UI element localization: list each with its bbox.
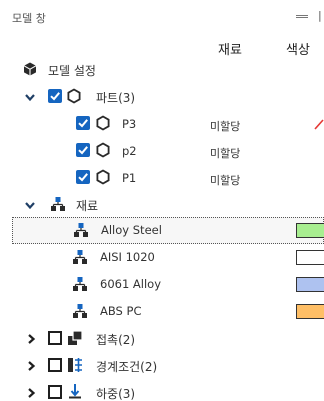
red-annotation-mark [314, 119, 324, 130]
hexagon-part-icon [95, 169, 111, 185]
load-icon [67, 383, 83, 399]
chevron-down-icon[interactable] [24, 199, 36, 211]
model-cube-icon [22, 61, 38, 77]
material-name: 6061 Alloy [100, 277, 162, 291]
hexagon-part-icon [95, 142, 111, 158]
chevron-right-icon[interactable] [25, 360, 37, 372]
tree-group-label: 파트(3) [96, 91, 136, 105]
material-color-swatch[interactable] [296, 223, 324, 238]
material-tree-icon [73, 222, 89, 238]
material-tree-icon [72, 276, 88, 292]
tree-item-part-p1[interactable]: P1 미할당 [0, 164, 324, 191]
tree-group-label: 하중(3) [96, 387, 136, 401]
material-name: AISI 1020 [100, 250, 155, 264]
chevron-right-icon[interactable] [25, 333, 37, 345]
material-tree-icon [72, 249, 88, 265]
part-name: P1 [122, 171, 137, 185]
tree-group-contacts[interactable]: 접촉(2) [0, 325, 324, 352]
tree-group-label: 경계조건(2) [96, 360, 158, 374]
loads-checkbox[interactable] [48, 385, 62, 399]
part-checkbox[interactable] [76, 116, 90, 130]
material-tree-icon [50, 196, 66, 212]
panel-title-bar: 모델 창 | [0, 0, 324, 32]
part-name: P3 [122, 117, 137, 131]
tree-item-part-p2[interactable]: p2 미할당 [0, 137, 324, 164]
boundary-condition-icon [67, 357, 83, 373]
tree-item-material-abs-pc[interactable]: ABS PC [0, 298, 324, 325]
tree-group-parts[interactable]: 파트(3) [0, 83, 324, 110]
part-checkbox[interactable] [76, 170, 90, 184]
part-material: 미할당 [210, 120, 241, 133]
part-checkbox[interactable] [76, 143, 90, 157]
contact-icon [67, 330, 83, 346]
panel-title: 모델 창 [12, 12, 46, 25]
tree-item-material-alloy-steel[interactable]: Alloy Steel [12, 217, 324, 244]
panel-grip-icon[interactable] [296, 15, 308, 18]
material-color-swatch[interactable] [296, 304, 324, 319]
chevron-down-icon[interactable] [24, 91, 36, 103]
panel-title-bar-overflow: | [318, 9, 322, 22]
hexagon-part-icon [95, 115, 111, 131]
material-color-swatch[interactable] [296, 277, 324, 292]
tree-item-part-p3[interactable]: P3 미할당 [0, 110, 324, 137]
part-material: 미할당 [210, 147, 241, 160]
part-name: p2 [122, 144, 137, 158]
material-name: Alloy Steel [101, 223, 162, 237]
contacts-checkbox[interactable] [48, 331, 62, 345]
tree-item-material-aisi-1020[interactable]: AISI 1020 [0, 244, 324, 271]
material-color-swatch[interactable] [296, 250, 324, 265]
parts-checkbox[interactable] [48, 89, 62, 103]
tree-item-label: 모델 설정 [48, 64, 96, 78]
tree-item-model-settings[interactable]: 모델 설정 [0, 56, 324, 83]
material-tree-icon [72, 303, 88, 319]
tree-group-materials[interactable]: 재료 [0, 191, 324, 218]
material-name: ABS PC [100, 304, 142, 318]
tree-group-boundary-conditions[interactable]: 경계조건(2) [0, 352, 324, 379]
chevron-right-icon[interactable] [25, 387, 37, 399]
tree-group-label: 재료 [76, 199, 99, 213]
tree-item-material-6061-alloy[interactable]: 6061 Alloy [0, 271, 324, 298]
boundary-conditions-checkbox[interactable] [48, 358, 62, 372]
hexagon-part-icon [66, 88, 82, 104]
part-material: 미할당 [210, 174, 241, 187]
tree-group-label: 접촉(2) [96, 333, 136, 347]
tree-group-loads[interactable]: 하중(3) [0, 379, 324, 401]
